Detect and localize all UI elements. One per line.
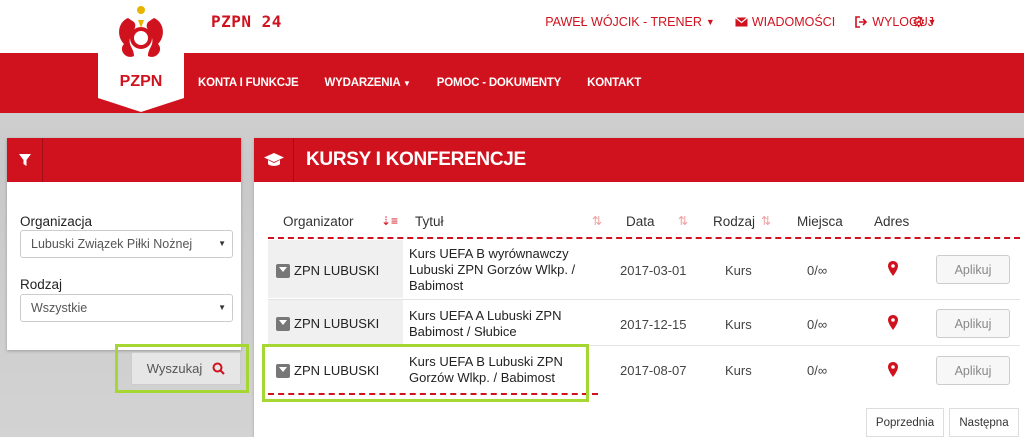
envelope-icon [734,17,748,27]
search-button-label: Wyszukaj [146,361,203,376]
messages-link[interactable]: WIADOMOŚCI [734,15,836,29]
map-marker-icon[interactable] [888,261,898,276]
sort-icon[interactable]: ⇅ [678,214,688,228]
nav-item-help-docs[interactable]: POMOC - DOKUMENTY [437,77,562,89]
apply-button[interactable]: Aplikuj [936,356,1010,385]
caret-down-icon: ▼ [705,17,715,27]
course-kind: Kurs [725,263,752,278]
row-highlight [262,344,589,402]
course-date: 2017-03-01 [620,263,687,278]
user-menu-label: PAWEŁ WÓJCIK - TRENER [545,15,702,29]
course-date: 2017-12-15 [620,317,687,332]
header-divider [268,237,1020,239]
kind-select-value: Wszystkie [31,301,88,315]
caret-down-icon: ▼ [927,17,937,27]
column-header-address: Adres [874,214,910,229]
expand-icon [276,316,290,331]
nav-item-accounts[interactable]: KONTA I FUNKCJE [198,77,299,89]
table-row-organizer[interactable]: ZPN LUBUSKI [276,316,379,331]
user-menu[interactable]: PAWEŁ WÓJCIK - TRENER ▼ [545,15,715,29]
course-places: 0/∞ [807,317,828,332]
column-header-title[interactable]: Tytuł [415,214,444,229]
courses-header: KURSY I KONFERENCJE [254,138,1024,182]
column-header-kind[interactable]: Rodzaj [713,214,755,229]
kind-label: Rodzaj [20,277,63,292]
filter-header [7,138,241,182]
graduation-cap-icon [254,138,294,182]
organization-select[interactable]: Lubuski Związek Piłki Nożnej ▼ [20,230,233,258]
courses-panel: KURSY I KONFERENCJE Organizator ⇣≡ Tytuł… [254,138,1024,437]
next-page-button[interactable]: Następna [949,408,1019,437]
column-header-date[interactable]: Data [626,214,655,229]
course-kind: Kurs [725,363,752,378]
pzpn-logo[interactable]: PZPN [98,0,184,112]
course-places: 0/∞ [807,263,828,278]
course-title: Kurs UEFA A Lubuski ZPN Babimost / Słubi… [409,308,562,339]
column-header-organizer[interactable]: Organizator [283,214,354,229]
map-marker-icon[interactable] [888,315,898,330]
select-arrow-icon: ▼ [218,303,226,312]
search-button[interactable]: Wyszukaj [131,352,241,385]
user-nav: PAWEŁ WÓJCIK - TRENER ▼ WIADOMOŚCI WYLOG… [545,15,934,29]
apply-button[interactable]: Aplikuj [936,309,1010,338]
organizer-label: ZPN LUBUSKI [294,263,380,278]
brand-title[interactable]: PZPN 24 [211,12,282,31]
caret-down-icon: ▼ [403,79,411,88]
apply-button[interactable]: Aplikuj [936,255,1010,284]
sort-desc-icon[interactable]: ⇣≡ [381,214,398,228]
sort-icon[interactable]: ⇅ [761,214,771,228]
organization-select-value: Lubuski Związek Piłki Nożnej [31,237,193,251]
course-kind: Kurs [725,317,752,332]
course-title: Kurs UEFA B wyrównawczy Lubuski ZPN Gorz… [409,246,576,293]
select-arrow-icon: ▼ [218,239,226,248]
organizer-label: ZPN LUBUSKI [294,316,380,331]
logout-icon [855,16,868,28]
filter-panel: Organizacja Lubuski Związek Piłki Nożnej… [7,138,241,350]
organization-label: Organizacja [20,214,93,229]
nav-item-events-label: WYDARZENIA [324,77,401,89]
search-icon [212,362,225,375]
logo-text: PZPN [120,73,163,90]
nav-item-events[interactable]: WYDARZENIA ▼ [325,77,411,89]
messages-label: WIADOMOŚCI [751,15,836,29]
sort-icon[interactable]: ⇅ [592,214,602,228]
prev-page-button[interactable]: Poprzednia [866,408,944,437]
nav-item-contact[interactable]: KONTAKT [587,77,641,89]
table-row-organizer[interactable]: ZPN LUBUSKI [276,263,379,278]
expand-icon [276,263,290,278]
settings-menu[interactable]: ⚙ ▼ [912,13,936,31]
gear-icon: ⚙ [912,14,926,31]
kind-select[interactable]: Wszystkie ▼ [20,294,233,322]
column-header-places: Miejsca [797,214,843,229]
course-places: 0/∞ [807,363,828,378]
course-date: 2017-08-07 [620,363,687,378]
filter-icon [7,138,43,182]
courses-title: KURSY I KONFERENCJE [306,149,526,170]
map-marker-icon[interactable] [888,362,898,377]
